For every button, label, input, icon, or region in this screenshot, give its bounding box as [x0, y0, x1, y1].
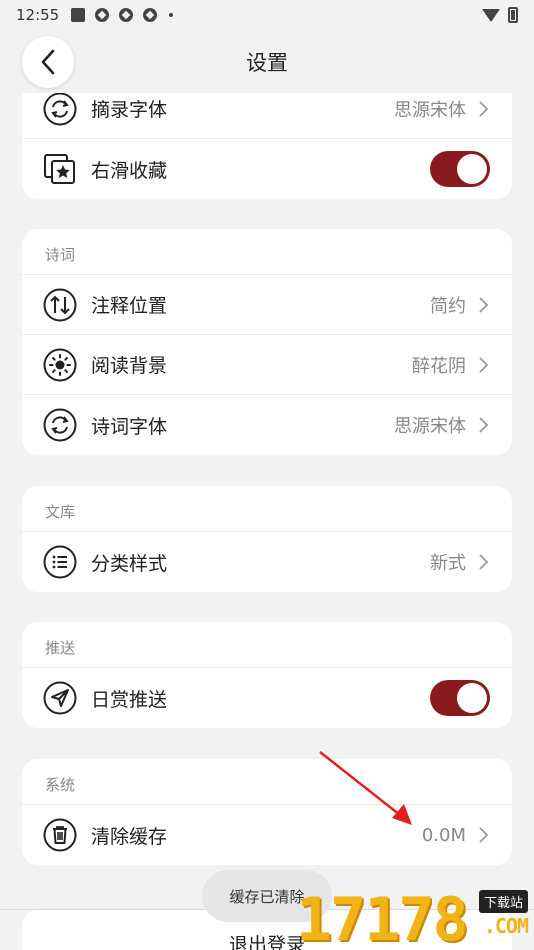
swap-vertical-icon: [43, 288, 77, 321]
notification-app-icon: [95, 8, 110, 22]
status-time: 12:55: [16, 6, 60, 24]
card-extract: 摘录字体 思源宋体 右滑收藏: [22, 79, 512, 199]
chevron-right-icon: [479, 100, 489, 117]
trash-icon: [43, 818, 77, 852]
row-label: 诗词字体: [91, 415, 168, 438]
card-poetry: 诗词 注释位置 简约 阅读背景 醉花阴 诗词字体 思源宋体: [22, 229, 512, 455]
section-title: 文库: [22, 486, 512, 532]
row-label: 清除缓存: [91, 825, 168, 848]
battery-icon: [508, 7, 518, 23]
send-icon: [43, 681, 77, 715]
more-notifications-icon: [169, 13, 174, 17]
row-label: 摘录字体: [91, 99, 168, 121]
row-annotation-position[interactable]: 注释位置 简约: [22, 275, 512, 335]
status-bar: 12:55: [0, 0, 534, 30]
sync-icon: [43, 408, 77, 442]
star-collection-icon: [44, 154, 75, 184]
row-value: 思源宋体: [394, 99, 466, 121]
row-value: 醉花阴: [412, 355, 466, 377]
card-system: 系统 清除缓存 0.0M: [22, 759, 512, 865]
section-title: 系统: [22, 759, 512, 805]
section-title: 推送: [22, 622, 512, 668]
watermark-suffix: .COM: [483, 914, 529, 938]
chevron-right-icon: [479, 417, 489, 433]
brightness-icon: [43, 348, 77, 381]
row-label: 分类样式: [91, 552, 168, 575]
row-label: 日赏推送: [91, 688, 168, 711]
row-clear-cache[interactable]: 清除缓存 0.0M: [22, 805, 512, 865]
row-daily-push: 日赏推送: [22, 668, 512, 728]
watermark-logo: 17178 下载站 .COM: [296, 884, 529, 950]
watermark-digits: 17178: [296, 885, 469, 950]
row-value: 思源宋体: [394, 416, 466, 437]
row-value: 新式: [430, 553, 466, 574]
daily-push-toggle[interactable]: [430, 680, 490, 716]
notification-app-icon: [143, 8, 158, 22]
row-reading-background[interactable]: 阅读背景 醉花阴: [22, 335, 512, 395]
chevron-right-icon: [479, 827, 489, 843]
wifi-icon: [482, 8, 500, 22]
row-value: 简约: [430, 295, 466, 317]
row-label: 注释位置: [91, 295, 168, 317]
row-label: 右滑收藏: [91, 159, 168, 182]
swipe-favorite-toggle[interactable]: [430, 151, 490, 187]
notification-app-icon: [119, 8, 134, 22]
sync-icon: [43, 92, 77, 125]
row-category-style[interactable]: 分类样式 新式: [22, 532, 512, 592]
cache-size-value: 0.0M: [421, 824, 466, 846]
row-poetry-font[interactable]: 诗词字体 思源宋体: [22, 395, 512, 455]
notification-square-icon: [71, 8, 86, 22]
watermark-badge: 下载站: [478, 890, 528, 913]
row-swipe-favorite: 右滑收藏: [22, 139, 512, 199]
chevron-right-icon: [479, 296, 489, 313]
list-icon: [43, 545, 77, 579]
header: 设置: [0, 30, 534, 93]
row-label: 阅读背景: [91, 355, 168, 377]
chevron-right-icon: [479, 554, 489, 570]
card-library: 文库 分类样式 新式: [22, 486, 512, 592]
page-title: 设置: [246, 51, 288, 75]
chevron-right-icon: [479, 356, 489, 373]
card-push: 推送 日赏推送: [22, 622, 512, 728]
section-title: 诗词: [22, 229, 512, 275]
